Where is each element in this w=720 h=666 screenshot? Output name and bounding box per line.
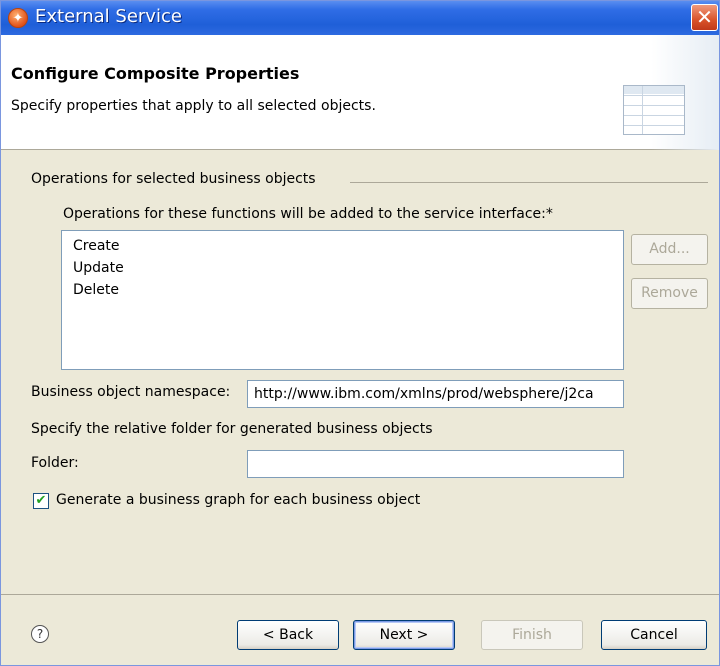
app-icon: ✦ (8, 8, 28, 28)
group-divider (350, 182, 708, 183)
wizard-content: Operations for selected business objects… (1, 151, 719, 596)
help-icon[interactable]: ? (31, 625, 49, 643)
table-icon (623, 85, 685, 135)
header-banner: Configure Composite Properties Specify p… (1, 35, 719, 150)
operations-list-label: Operations for these functions will be a… (63, 206, 553, 222)
back-button[interactable]: < Back (237, 620, 339, 650)
dialog-window: ✦ External Service ✕ Configure Composite… (0, 0, 720, 666)
list-item[interactable]: Create (73, 235, 623, 257)
next-button[interactable]: Next > (353, 620, 455, 650)
namespace-label: Business object namespace: (31, 384, 231, 400)
list-item[interactable]: Update (73, 257, 623, 279)
operations-group-label: Operations for selected business objects (31, 171, 316, 187)
business-graph-label[interactable]: Generate a business graph for each busin… (56, 492, 420, 508)
close-button[interactable]: ✕ (691, 4, 718, 31)
title-bar[interactable]: ✦ External Service ✕ (1, 1, 719, 35)
cancel-button[interactable]: Cancel (601, 620, 707, 650)
footer-divider (1, 594, 719, 595)
page-title: Configure Composite Properties (11, 64, 300, 83)
remove-button[interactable]: Remove (631, 278, 708, 309)
folder-input[interactable] (247, 450, 624, 478)
folder-label: Folder: (31, 455, 79, 471)
operations-list[interactable]: Create Update Delete (61, 230, 624, 370)
namespace-input[interactable]: http://www.ibm.com/xmlns/prod/websphere/… (247, 380, 624, 408)
add-button[interactable]: Add... (631, 234, 708, 265)
list-item[interactable]: Delete (73, 279, 623, 301)
business-graph-checkbox[interactable]: ✔ (33, 493, 49, 509)
page-description: Specify properties that apply to all sel… (11, 98, 376, 114)
finish-button[interactable]: Finish (481, 620, 583, 650)
window-title: External Service (35, 6, 182, 27)
folder-hint: Specify the relative folder for generate… (31, 421, 433, 437)
